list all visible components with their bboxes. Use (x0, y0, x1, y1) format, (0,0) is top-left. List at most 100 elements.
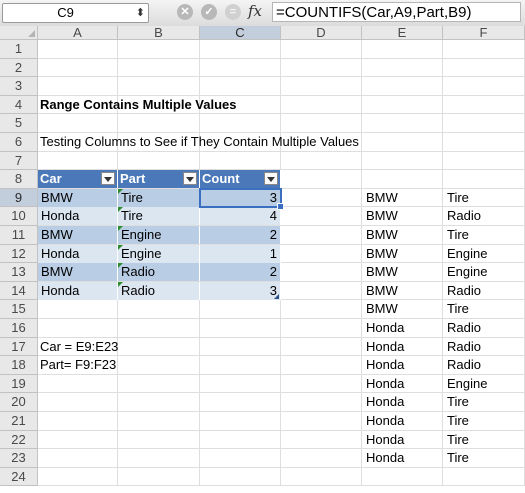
filter-dropdown-icon[interactable] (264, 172, 278, 186)
list-cell-part[interactable]: Engine (445, 375, 487, 393)
table-cell-count[interactable]: 4 (200, 207, 281, 226)
list-cell-car[interactable]: Honda (364, 412, 404, 430)
row-header-21[interactable]: 21 (0, 412, 38, 431)
table-cell-count[interactable]: 2 (200, 263, 281, 282)
table-header-part[interactable]: Part (118, 170, 200, 189)
list-cell-part[interactable]: Engine (445, 263, 487, 281)
row-header-12[interactable]: 12 (0, 244, 38, 264)
row-header-2[interactable]: 2 (0, 58, 38, 78)
list-cell-car[interactable]: BMW (364, 226, 398, 244)
list-cell-car[interactable]: Honda (364, 319, 404, 337)
row-header-10[interactable]: 10 (0, 207, 38, 226)
list-cell-car[interactable]: BMW (364, 207, 398, 225)
row-header-20[interactable]: 20 (0, 393, 38, 412)
fx-icon[interactable]: fx (248, 2, 262, 20)
table-cell-part[interactable]: Engine (118, 226, 200, 244)
row-header-19[interactable]: 19 (0, 374, 38, 394)
filter-dropdown-icon[interactable] (101, 172, 115, 186)
table-cell-count[interactable]: 1 (200, 244, 281, 263)
car-range-note[interactable]: Car = E9:E23 (38, 338, 118, 356)
table-cell-part[interactable]: Radio (118, 263, 200, 282)
select-all-corner[interactable] (0, 26, 38, 40)
cancel-formula-button[interactable]: ✕ (177, 4, 193, 20)
row-header-22[interactable]: 22 (0, 430, 38, 450)
row-header-18[interactable]: 18 (0, 356, 38, 375)
list-cell-car[interactable]: BMW (364, 282, 398, 300)
enter-formula-button[interactable]: ✓ (201, 4, 217, 20)
table-cell-car[interactable]: Honda (38, 207, 118, 226)
table-cell-car[interactable]: Honda (38, 244, 118, 263)
list-cell-part[interactable]: Engine (445, 245, 487, 263)
column-header-a[interactable]: A (38, 26, 118, 40)
row-header-16[interactable]: 16 (0, 319, 38, 338)
list-cell-part[interactable]: Tire (445, 412, 469, 430)
row-header-5[interactable]: 5 (0, 114, 38, 133)
row-header-13[interactable]: 13 (0, 263, 38, 282)
table-cell-count[interactable]: 2 (200, 226, 281, 244)
table-cell-part[interactable]: Radio (118, 281, 200, 300)
row-header-14[interactable]: 14 (0, 281, 38, 301)
row-header-7[interactable]: 7 (0, 151, 38, 171)
table-cell-count[interactable]: 3 (200, 281, 281, 300)
column-header-e[interactable]: E (362, 26, 443, 40)
table-cell-part[interactable]: Engine (118, 244, 200, 263)
active-cell-selection[interactable] (199, 187, 282, 209)
row-header-9[interactable]: 9 (0, 188, 38, 208)
list-cell-car[interactable]: Honda (364, 338, 404, 356)
subtitle-cell[interactable]: Testing Columns to See if They Contain M… (38, 133, 359, 151)
function-equals-button[interactable]: = (225, 4, 241, 20)
list-cell-part[interactable]: Radio (445, 356, 481, 374)
list-cell-part[interactable]: Radio (445, 319, 481, 337)
list-cell-car[interactable]: BMW (364, 189, 398, 207)
row-header-8[interactable]: 8 (0, 170, 38, 189)
row-header-15[interactable]: 15 (0, 300, 38, 319)
list-cell-part[interactable]: Tire (445, 449, 469, 467)
row-header-6[interactable]: 6 (0, 133, 38, 152)
column-header-f[interactable]: F (443, 26, 525, 40)
row-header-3[interactable]: 3 (0, 77, 38, 96)
table-cell-part[interactable]: Tire (118, 207, 200, 226)
list-cell-car[interactable]: BMW (364, 245, 398, 263)
list-cell-part[interactable]: Tire (445, 300, 469, 318)
table-cell-car[interactable]: Honda (38, 281, 118, 300)
row-header-4[interactable]: 4 (0, 95, 38, 115)
row-header-11[interactable]: 11 (0, 226, 38, 245)
table-header-count[interactable]: Count (200, 170, 281, 189)
table-resize-handle[interactable] (274, 294, 279, 300)
row-header-24[interactable]: 24 (0, 467, 38, 487)
list-cell-part[interactable]: Radio (445, 282, 481, 300)
title-cell[interactable]: Range Contains Multiple Values (38, 96, 236, 114)
fill-handle[interactable] (277, 203, 284, 211)
row-header-23[interactable]: 23 (0, 449, 38, 468)
table-cell-car[interactable]: BMW (38, 263, 118, 282)
list-cell-car[interactable]: Honda (364, 393, 404, 411)
row-header-1[interactable]: 1 (0, 40, 38, 59)
name-box-stepper-icon[interactable]: ⬍ (136, 4, 145, 22)
filter-dropdown-icon[interactable] (183, 172, 197, 186)
list-cell-part[interactable]: Radio (445, 207, 481, 225)
table-cell-part[interactable]: Tire (118, 188, 200, 207)
list-cell-part[interactable]: Tire (445, 226, 469, 244)
table-cell-car[interactable]: BMW (38, 188, 118, 207)
list-cell-part[interactable]: Tire (445, 431, 469, 449)
list-cell-part[interactable]: Tire (445, 393, 469, 411)
list-cell-car[interactable]: Honda (364, 431, 404, 449)
list-cell-part[interactable]: Radio (445, 338, 481, 356)
formula-input[interactable]: =COUNTIFS(Car,A9,Part,B9) (272, 2, 521, 22)
table-cell-car[interactable]: BMW (38, 226, 118, 244)
part-range-note[interactable]: Part= F9:F23 (38, 356, 116, 374)
column-header-d[interactable]: D (281, 26, 362, 40)
list-cell-car[interactable]: BMW (364, 263, 398, 281)
text-number-indicator-icon (118, 188, 123, 194)
list-cell-car[interactable]: BMW (364, 300, 398, 318)
list-cell-part[interactable]: Tire (445, 189, 469, 207)
list-cell-car[interactable]: Honda (364, 356, 404, 374)
list-cell-car[interactable]: Honda (364, 449, 404, 467)
row-header-17[interactable]: 17 (0, 337, 38, 357)
list-cell-car[interactable]: Honda (364, 375, 404, 393)
table-header-car[interactable]: Car (38, 170, 118, 189)
text-number-indicator-icon (118, 226, 123, 231)
name-box[interactable]: C9 ⬍ (2, 3, 149, 23)
column-header-b[interactable]: B (118, 26, 200, 40)
column-header-c[interactable]: C (200, 26, 281, 40)
